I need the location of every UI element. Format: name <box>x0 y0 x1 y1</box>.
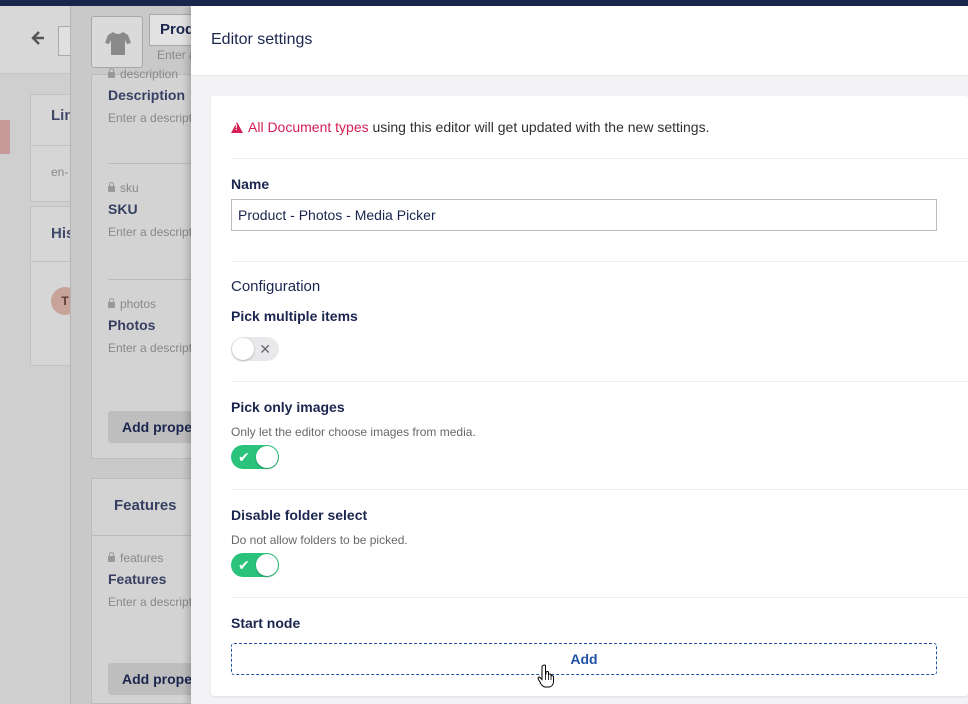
doc-type-icon-picker[interactable] <box>91 16 143 68</box>
property-alias: sku <box>108 181 192 195</box>
background-card-subtitle: en- <box>51 165 69 179</box>
property-label: Description <box>108 87 186 103</box>
name-input[interactable] <box>231 199 937 231</box>
doc-type-editor: Prod Enter a description Description Ent… <box>70 6 209 704</box>
property-alias: description <box>108 67 192 81</box>
property-alias: photos <box>108 297 192 311</box>
dialog-title: Editor settings <box>211 31 313 48</box>
property-alias: features <box>108 551 192 565</box>
background-red-marker <box>0 120 10 154</box>
divider <box>108 163 202 164</box>
property-label: Features <box>108 571 167 587</box>
notice-highlight: All Document types <box>248 119 369 135</box>
property-photos[interactable]: photos Photos Enter a descript <box>108 297 192 355</box>
property-label: SKU <box>108 201 138 217</box>
lock-icon <box>108 68 115 78</box>
add-property-button[interactable]: Add prope <box>108 411 202 443</box>
toggle-knob <box>256 446 278 468</box>
disable-folder-select-toggle[interactable]: ✔ <box>231 553 279 577</box>
sweater-icon <box>105 32 131 55</box>
start-node-label: Start node <box>231 615 301 631</box>
setting-description: Only let the editor choose images from m… <box>231 425 476 439</box>
toggle-knob <box>232 338 254 360</box>
setting-label: Pick only images <box>231 399 345 415</box>
property-description[interactable]: description Description Enter a descript <box>108 67 192 125</box>
property-desc: Enter a descript <box>108 341 193 355</box>
lock-icon <box>108 182 115 192</box>
back-arrow-icon[interactable] <box>30 30 46 51</box>
add-start-node-button[interactable]: Add <box>231 643 937 675</box>
cross-icon: ✕ <box>259 341 271 357</box>
property-group-content: description Description Enter a descript… <box>91 67 202 459</box>
divider <box>92 535 202 536</box>
property-sku[interactable]: sku SKU Enter a descript <box>108 181 192 239</box>
group-name[interactable]: Features <box>114 497 177 514</box>
property-label: Photos <box>108 317 156 333</box>
pick-multiple-items-toggle[interactable]: ✕ <box>231 337 279 361</box>
configuration-title: Configuration <box>231 278 321 295</box>
doc-type-alias[interactable]: Enter a <box>157 48 196 62</box>
update-notice: All Document types using this editor wil… <box>231 119 709 135</box>
lock-icon <box>108 552 115 562</box>
add-property-button[interactable]: Add prope <box>108 663 202 695</box>
property-desc: Enter a descript <box>108 111 193 125</box>
divider <box>231 381 968 382</box>
toggle-knob <box>256 554 278 576</box>
lock-icon <box>108 298 115 308</box>
divider <box>231 597 968 598</box>
property-group-features: Features features Features Enter a descr… <box>91 478 202 704</box>
divider <box>231 158 968 159</box>
divider <box>231 489 968 490</box>
settings-panel: All Document types using this editor wil… <box>211 96 968 696</box>
notice-text: using this editor will get updated with … <box>368 119 710 135</box>
setting-description: Do not allow folders to be picked. <box>231 533 408 547</box>
name-label: Name <box>231 176 270 192</box>
divider <box>231 261 968 262</box>
pick-only-images-toggle[interactable]: ✔ <box>231 445 279 469</box>
hand-cursor-icon <box>537 664 555 693</box>
dialog-header: Editor settings <box>191 6 968 76</box>
warning-icon <box>231 122 243 133</box>
divider <box>108 279 202 280</box>
setting-label: Pick multiple items <box>231 308 358 324</box>
property-features[interactable]: features Features Enter a descript <box>108 551 192 609</box>
top-bar <box>0 0 968 6</box>
check-icon: ✔ <box>238 557 250 573</box>
property-desc: Enter a descript <box>108 595 193 609</box>
setting-label: Disable folder select <box>231 507 368 523</box>
editor-settings-dialog: Editor settings All Document types using… <box>191 6 968 704</box>
property-desc: Enter a descript <box>108 225 193 239</box>
check-icon: ✔ <box>238 449 250 465</box>
